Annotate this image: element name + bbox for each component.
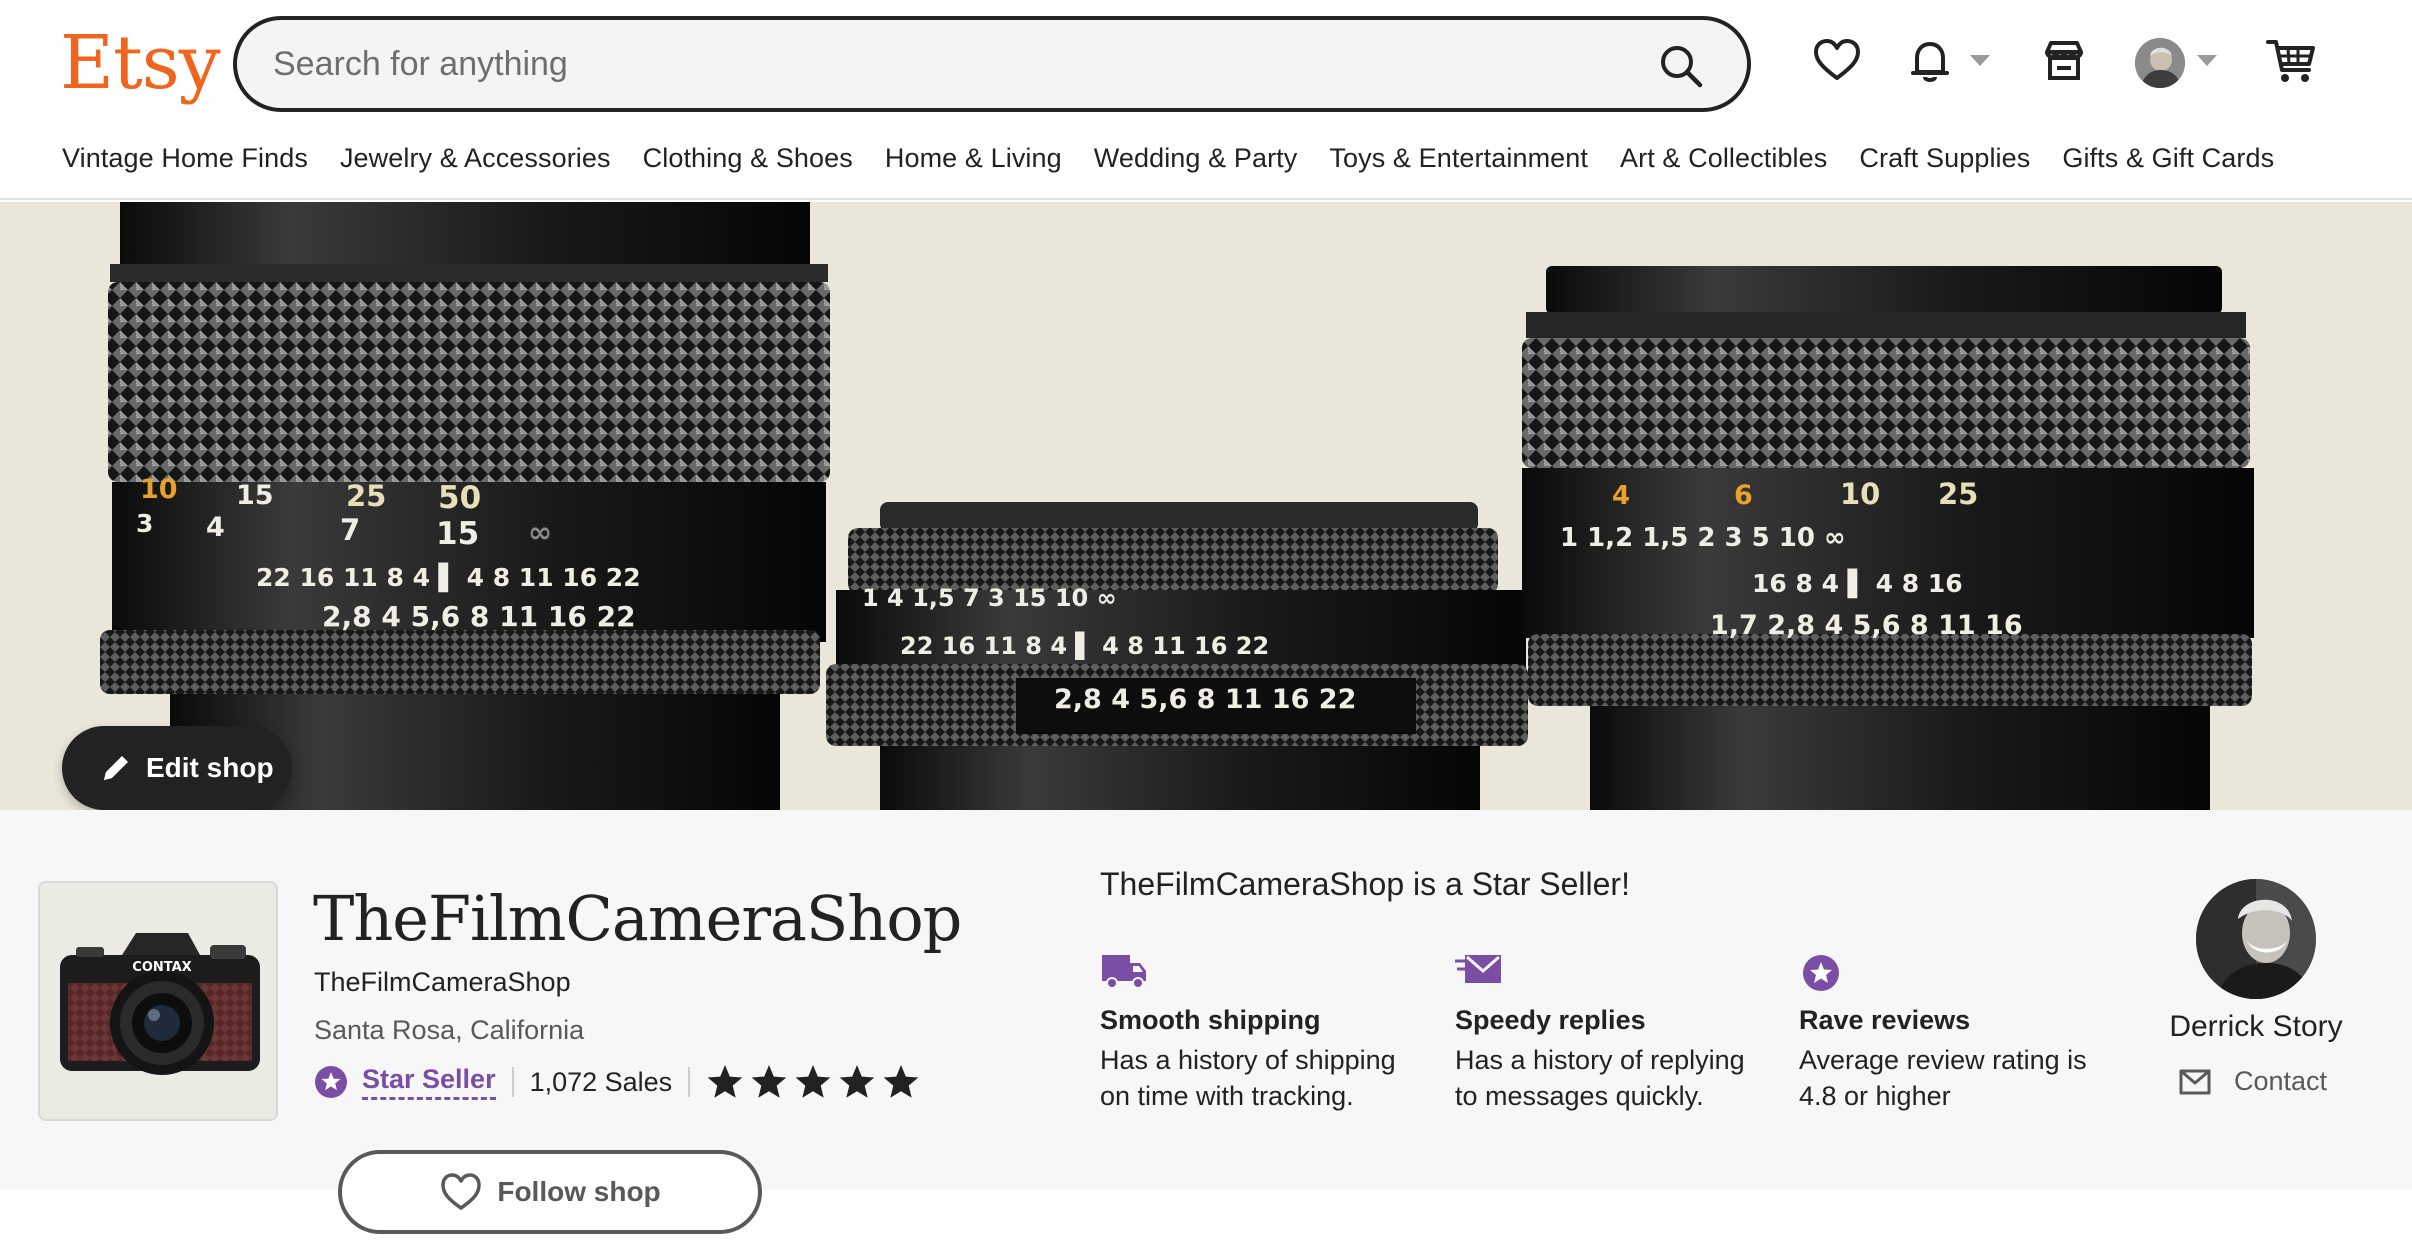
star-icon bbox=[795, 1065, 831, 1098]
svg-text:6: 6 bbox=[1734, 480, 1753, 511]
svg-text:1 4 1,5 7 3: 1 4 1,5 7 3 15 10 ∞ bbox=[862, 584, 1117, 612]
star-seller-heading: TheFilmCameraShop is a Star Seller! bbox=[1100, 866, 1630, 902]
follow-shop-button[interactable]: Follow shop bbox=[338, 1150, 762, 1234]
svg-text:22 16 11 8 4 ▌ 4 8 11 16 22: 22 16 11 8 4 ▌ 4 8 11 16 22 bbox=[256, 562, 641, 593]
envelope-icon bbox=[1455, 955, 1501, 983]
category-link[interactable]: Clothing & Shoes bbox=[643, 143, 853, 174]
shop-manager-icon[interactable] bbox=[2039, 36, 2089, 86]
divider bbox=[688, 1067, 691, 1097]
star-seller-link[interactable]: Star Seller bbox=[362, 1064, 496, 1100]
star-icon bbox=[839, 1065, 875, 1098]
svg-text:15: 15 bbox=[436, 516, 479, 552]
heart-icon bbox=[441, 1173, 482, 1210]
perk-description: Has a history of shipping on time with t… bbox=[1100, 1045, 1396, 1111]
contact-label: Contact bbox=[2234, 1066, 2328, 1096]
pencil-icon bbox=[104, 756, 128, 780]
sales-count: 1,072 Sales bbox=[529, 1066, 673, 1097]
camera-image: CONTAX bbox=[40, 883, 276, 1119]
category-link[interactable]: Jewelry & Accessories bbox=[340, 143, 611, 174]
etsy-logo[interactable]: Etsy bbox=[60, 18, 221, 108]
perk-title: Speedy replies bbox=[1455, 1005, 1646, 1035]
perk-speedy-replies: Speedy replies Has a history of replying… bbox=[1455, 951, 1755, 1114]
shop-title: TheFilmCameraShop bbox=[313, 882, 962, 955]
svg-text:4: 4 bbox=[206, 512, 225, 543]
shop-meta: Star Seller 1,072 Sales bbox=[314, 1062, 920, 1102]
star-icon bbox=[883, 1065, 919, 1098]
bell-icon[interactable] bbox=[1905, 36, 1955, 86]
contact-link[interactable]: Contact bbox=[2178, 1066, 2327, 1097]
svg-text:4: 4 bbox=[1612, 481, 1630, 511]
lens-right: 4 6 10 25 1 1,2 1,5 2 3 5 10 ∞ 16 8 4 ▌ … bbox=[1522, 266, 2254, 810]
lens-middle: 1 4 1,5 7 3 15 10 ∞ 22 16 11 8 4 ▌ 4 8 1… bbox=[826, 502, 1528, 810]
star-badge-icon bbox=[1803, 955, 1839, 991]
perk-description: Average review rating is 4.8 or higher bbox=[1799, 1045, 2087, 1111]
shop-location: Santa Rosa, California bbox=[314, 1015, 585, 1045]
svg-text:3: 3 bbox=[136, 509, 153, 538]
search-bar[interactable] bbox=[233, 16, 1751, 112]
perk-description: Has a history of replying to messages qu… bbox=[1455, 1045, 1745, 1111]
perk-title: Rave reviews bbox=[1799, 1005, 1971, 1035]
svg-text:25: 25 bbox=[346, 479, 386, 513]
svg-text:7: 7 bbox=[340, 513, 360, 547]
category-link[interactable]: Home & Living bbox=[885, 143, 1062, 174]
perk-title: Smooth shipping bbox=[1100, 1005, 1321, 1035]
svg-text:2,8 4 5,6 8 11 16 22: 2,8 4 5,6 8 11 16 22 bbox=[322, 600, 636, 633]
category-link[interactable]: Craft Supplies bbox=[1859, 143, 2030, 174]
category-link[interactable]: Art & Collectibles bbox=[1620, 143, 1827, 174]
star-icon bbox=[751, 1065, 787, 1098]
avatar[interactable] bbox=[2135, 38, 2185, 88]
owner-avatar[interactable] bbox=[2196, 879, 2316, 999]
follow-shop-label: Follow shop bbox=[497, 1176, 661, 1207]
svg-text:22 16 11 8 4 ▌ 4 8: 22 16 11 8 4 ▌ 4 8 11 16 22 bbox=[900, 631, 1269, 660]
divider bbox=[511, 1067, 514, 1097]
category-nav: Vintage Home Finds Jewelry & Accessories… bbox=[62, 143, 2306, 174]
lens-left: 10 15 25 50 3 4 7 15 ∞ 22 16 11 8 4 ▌ 4 … bbox=[100, 202, 830, 810]
svg-text:∞: ∞ bbox=[528, 515, 552, 549]
svg-text:10: 10 bbox=[140, 474, 178, 505]
cart-icon[interactable] bbox=[2265, 36, 2319, 86]
svg-text:50: 50 bbox=[438, 480, 481, 516]
svg-text:1 1,2 1,5 2 3 5: 1 1,2 1,5 2 3 5 10 ∞ bbox=[1560, 523, 1846, 553]
heart-icon[interactable] bbox=[1812, 36, 1862, 86]
shop-handle: TheFilmCameraShop bbox=[314, 967, 571, 997]
edit-shop-label: Edit shop bbox=[146, 752, 274, 783]
rating-stars[interactable] bbox=[706, 1063, 920, 1101]
svg-text:10: 10 bbox=[1840, 477, 1880, 511]
owner-name[interactable]: Derrick Story bbox=[2168, 1010, 2344, 1044]
perk-rave-reviews: Rave reviews Average review rating is 4.… bbox=[1799, 951, 2099, 1114]
shop-icon: CONTAX bbox=[38, 881, 278, 1121]
category-link[interactable]: Toys & Entertainment bbox=[1329, 143, 1588, 174]
site-header: Etsy Search for anything Vintage Home Fi… bbox=[0, 0, 2412, 200]
banner-image: 10 15 25 50 3 4 7 15 ∞ 22 16 11 8 4 ▌ 4 … bbox=[100, 202, 2254, 810]
search-input[interactable] bbox=[273, 20, 1653, 108]
star-seller-badge-icon bbox=[315, 1066, 347, 1098]
envelope-icon bbox=[2179, 1069, 2211, 1094]
shop-banner: 10 15 25 50 3 4 7 15 ∞ 22 16 11 8 4 ▌ 4 … bbox=[0, 202, 2412, 810]
truck-icon bbox=[1102, 955, 1146, 989]
chevron-down-icon[interactable] bbox=[1970, 55, 1990, 66]
svg-text:1,7 2,8 4 5,6 8 11 16: 1,7 2,8 4 5,6 8 11 16 bbox=[1710, 610, 2023, 641]
star-icon bbox=[707, 1065, 743, 1098]
svg-text:16 8 4 ▌ 4 8 16: 16 8 4 ▌ 4 8 16 bbox=[1752, 568, 1963, 599]
svg-text:15: 15 bbox=[236, 480, 274, 511]
category-link[interactable]: Gifts & Gift Cards bbox=[2062, 143, 2274, 174]
edit-shop-button[interactable]: Edit shop bbox=[62, 726, 292, 810]
svg-text:2,8 4 5,6 8 11 16 22: 2,8 4 5,6 8 11 16 22 bbox=[1054, 684, 1356, 715]
svg-text:25: 25 bbox=[1938, 477, 1978, 511]
search-icon[interactable] bbox=[1657, 42, 1705, 90]
perk-smooth-shipping: Smooth shipping Has a history of shippin… bbox=[1100, 951, 1400, 1114]
chevron-down-icon[interactable] bbox=[2197, 55, 2217, 66]
category-link[interactable]: Vintage Home Finds bbox=[62, 143, 308, 174]
category-link[interactable]: Wedding & Party bbox=[1094, 143, 1298, 174]
